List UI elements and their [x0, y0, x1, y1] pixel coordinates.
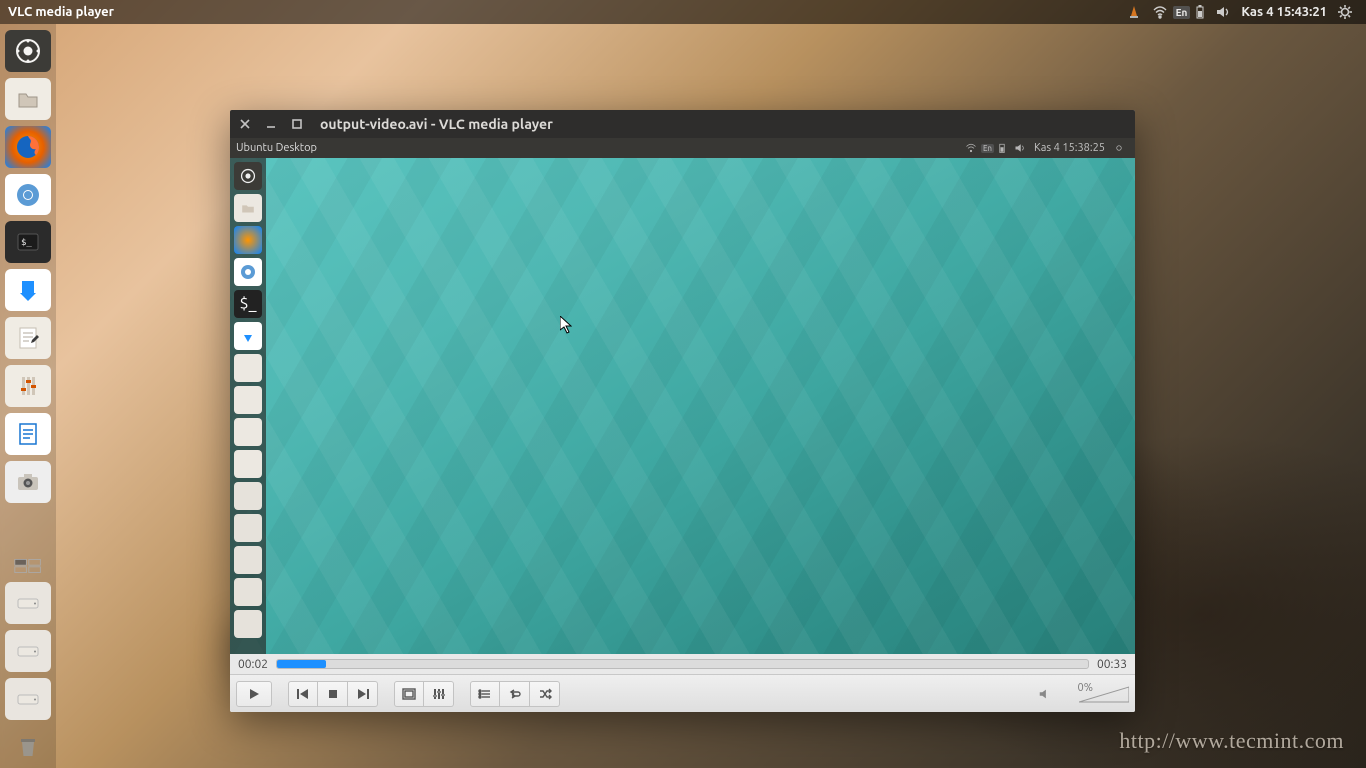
maximize-icon[interactable] [288, 115, 306, 133]
progress-row: 00:02 00:33 [230, 654, 1135, 674]
stop-button[interactable] [318, 681, 348, 707]
volume-icon [1010, 142, 1030, 154]
sound-settings-icon[interactable] [5, 365, 51, 407]
files-icon[interactable] [5, 78, 51, 120]
cursor-icon [560, 316, 572, 334]
active-app-title: VLC media player [8, 5, 114, 19]
extended-settings-button[interactable] [424, 681, 454, 707]
wifi-icon [961, 142, 981, 154]
battery-icon[interactable] [1190, 4, 1210, 20]
svg-text:$_: $_ [21, 238, 32, 248]
shuffle-button[interactable] [530, 681, 560, 707]
wifi-icon[interactable] [1147, 4, 1173, 20]
workspace-switcher-icon[interactable] [5, 556, 51, 576]
download-icon[interactable] [5, 269, 51, 311]
chromium-icon[interactable] [5, 174, 51, 216]
terminal-icon[interactable]: $_ [5, 221, 51, 263]
volume-icon[interactable] [1210, 4, 1236, 20]
camera-icon[interactable] [5, 461, 51, 503]
minimize-icon[interactable] [262, 115, 280, 133]
drive-icon[interactable] [5, 630, 51, 672]
session-gear-icon[interactable] [1332, 4, 1358, 20]
controls: 0% [230, 674, 1135, 712]
menubar: VLC media player En Kas 4 15:43:21 [0, 0, 1366, 24]
time-total: 00:33 [1097, 658, 1127, 671]
vlc-tray-icon[interactable] [1121, 4, 1147, 20]
volume-control[interactable]: 0% [1038, 685, 1129, 703]
libreoffice-writer-icon[interactable] [5, 413, 51, 455]
playlist-button[interactable] [470, 681, 500, 707]
loop-button[interactable] [500, 681, 530, 707]
previous-button[interactable] [288, 681, 318, 707]
clock[interactable]: Kas 4 15:43:21 [1236, 5, 1332, 19]
battery-icon [994, 142, 1010, 154]
seek-bar[interactable] [276, 659, 1089, 669]
clock: Kas 4 15:38:25 [1030, 142, 1109, 154]
drive-icon[interactable] [5, 678, 51, 720]
titlebar[interactable]: output-video.avi - VLC media player [230, 110, 1135, 138]
video-area[interactable]: Ubuntu Desktop En Kas 4 15:38:25 $_ [230, 138, 1135, 654]
firefox-icon[interactable] [5, 126, 51, 168]
session-gear-icon [1109, 142, 1129, 154]
inner-menubar: Ubuntu Desktop En Kas 4 15:38:25 [230, 138, 1135, 158]
time-elapsed: 00:02 [238, 658, 268, 671]
watermark: http://www.tecmint.com [1119, 728, 1344, 754]
window-title: output-video.avi - VLC media player [320, 116, 553, 132]
language-indicator: En [981, 144, 994, 153]
vlc-window: output-video.avi - VLC media player Ubun… [230, 110, 1135, 712]
dash-icon[interactable] [5, 30, 51, 72]
next-button[interactable] [348, 681, 378, 707]
gedit-icon[interactable] [5, 317, 51, 359]
drive-icon[interactable] [5, 582, 51, 624]
play-button[interactable] [236, 681, 272, 707]
language-indicator[interactable]: En [1173, 6, 1191, 19]
trash-icon[interactable] [5, 726, 51, 768]
fullscreen-button[interactable] [394, 681, 424, 707]
inner-launcher: $_ [230, 158, 266, 654]
close-icon[interactable] [236, 115, 254, 133]
launcher: $_ [0, 24, 56, 768]
